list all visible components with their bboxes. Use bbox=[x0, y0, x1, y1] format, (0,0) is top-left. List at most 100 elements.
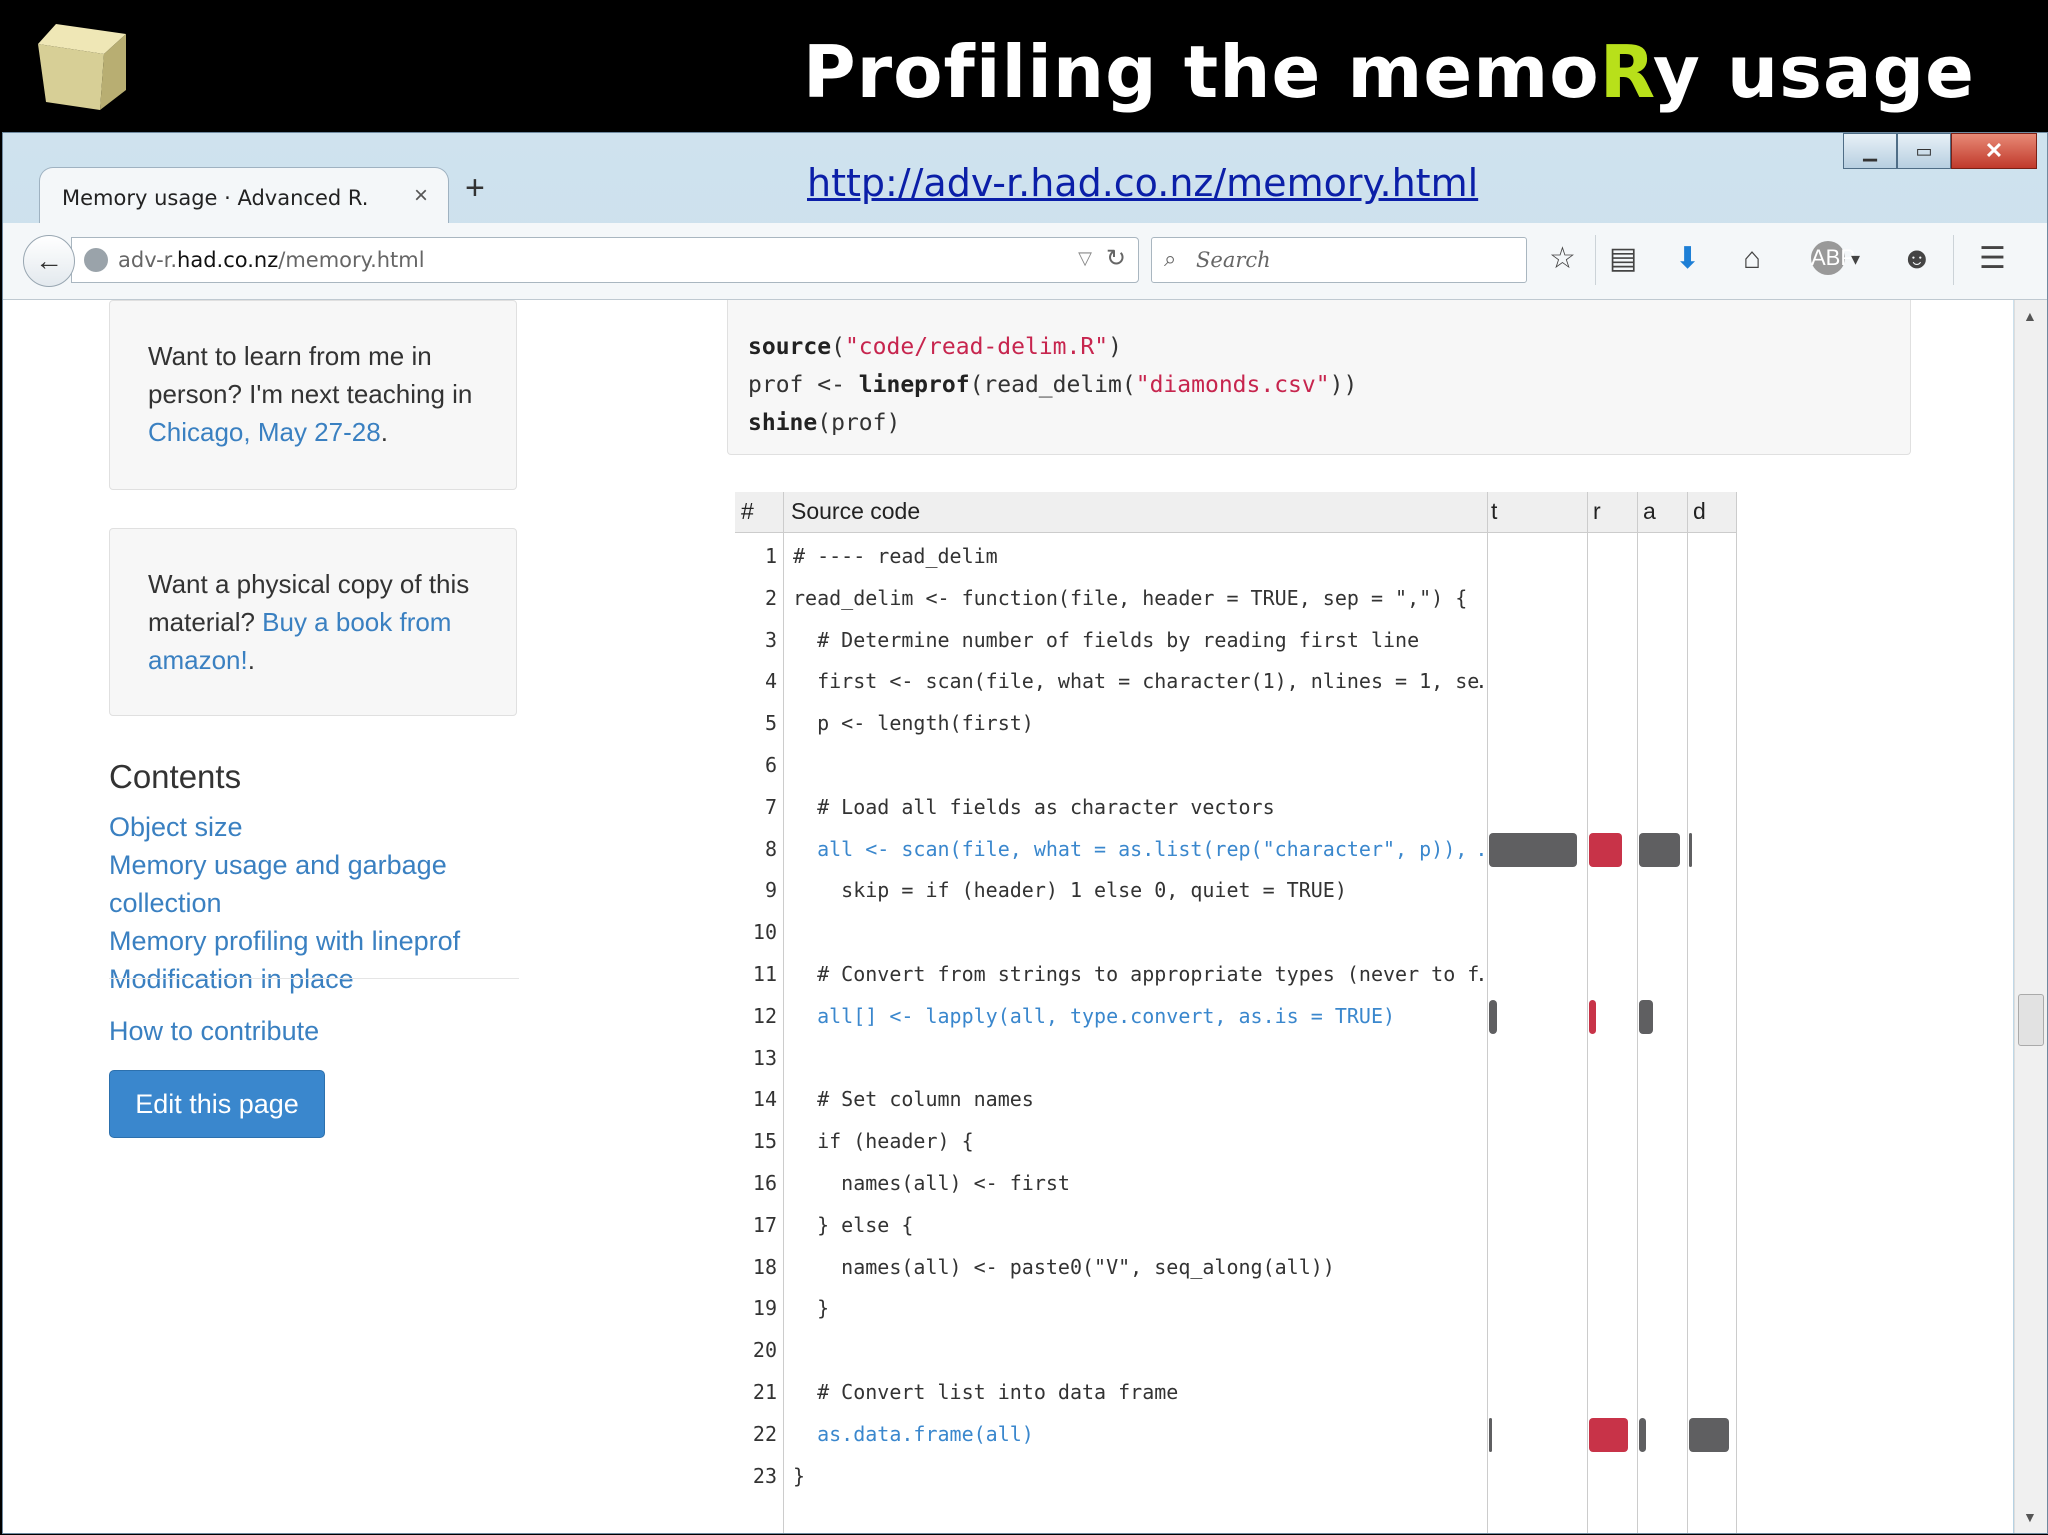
table-row: 10 bbox=[735, 910, 1737, 952]
tab-memory-usage[interactable]: Memory usage · Advanced R. × bbox=[39, 167, 449, 224]
metric-bar-d bbox=[1689, 1417, 1729, 1452]
line-number: 17 bbox=[752, 1212, 777, 1237]
teaching-text: Want to learn from me in person? I'm nex… bbox=[148, 341, 473, 447]
book-text: Want a physical copy of this material? B… bbox=[148, 569, 470, 675]
line-number: 12 bbox=[752, 1003, 777, 1028]
url-text: adv-r.had.co.nz/memory.html bbox=[118, 248, 425, 272]
source-line: } bbox=[793, 1296, 830, 1321]
navigation-toolbar: adv-r.had.co.nz/memory.html ▽ ↻ ← ⌕ Sear… bbox=[3, 223, 2047, 300]
toc-memory-usage[interactable]: Memory usage and garbage collection bbox=[109, 850, 447, 918]
source-line: first <- scan(file, what = character(1),… bbox=[793, 669, 1483, 694]
line-number: 6 bbox=[764, 753, 777, 777]
header-source: Source code bbox=[791, 498, 921, 524]
source-line[interactable]: all[] <- lapply(all, type.convert, as.is… bbox=[793, 1004, 1483, 1028]
table-row: 18 names(all) <- paste0("V", seq_along(a… bbox=[735, 1245, 1737, 1287]
line-number: 8 bbox=[764, 836, 777, 861]
table-row: 1 # ---- read_delim bbox=[735, 534, 1737, 576]
line-number: 13 bbox=[752, 1045, 777, 1070]
table-row: 15 if (header) { bbox=[735, 1119, 1737, 1161]
browser-window: ▁ ▭ ✕ Memory usage · Advanced R. × + htt… bbox=[2, 132, 2048, 1534]
reload-icon[interactable]: ↻ bbox=[1106, 244, 1126, 273]
slide-header: Profiling the memoRy usage bbox=[0, 0, 2048, 132]
source-line: names(all) <- first bbox=[793, 1171, 1070, 1195]
metric-bar-a bbox=[1639, 832, 1680, 867]
toc-memory-profiling[interactable]: Memory profiling with lineprof bbox=[109, 926, 460, 956]
line-number: 10 bbox=[752, 920, 777, 945]
overlay-url-link[interactable]: http://adv-r.had.co.nz/memory.html bbox=[807, 161, 1478, 205]
line-number: 18 bbox=[752, 1254, 777, 1279]
new-tab-button[interactable]: + bbox=[465, 169, 485, 208]
download-icon[interactable]: ⬇ bbox=[1675, 243, 1700, 275]
code-line-1: source("code/read-delim.R") bbox=[748, 334, 1122, 360]
slide-title: Profiling the memoRy usage bbox=[802, 30, 1975, 114]
line-number: 16 bbox=[752, 1171, 777, 1195]
url-bar[interactable]: adv-r.had.co.nz/memory.html ▽ ↻ bbox=[71, 237, 1139, 283]
table-row: 6 bbox=[735, 743, 1737, 785]
teaching-box: Want to learn from me in person? I'm nex… bbox=[109, 300, 517, 490]
code-block: source("code/read-delim.R") prof <- line… bbox=[727, 300, 1911, 455]
metric-bar-a bbox=[1639, 1417, 1646, 1452]
chicago-link[interactable]: Chicago, May 27-28 bbox=[148, 417, 381, 447]
line-number: 5 bbox=[764, 711, 777, 736]
source-line[interactable]: all <- scan(file, what = as.list(rep("ch… bbox=[793, 837, 1483, 861]
table-row: 23} bbox=[735, 1454, 1737, 1496]
contribute-link[interactable]: How to contribute bbox=[109, 1016, 319, 1047]
line-number: 4 bbox=[764, 669, 777, 694]
minimize-button[interactable]: ▁ bbox=[1843, 133, 1897, 169]
maximize-button[interactable]: ▭ bbox=[1897, 133, 1951, 169]
reader-icon[interactable]: ▤ bbox=[1609, 243, 1637, 275]
toc-modification[interactable]: Modification in place bbox=[109, 964, 354, 994]
metric-bar-a bbox=[1639, 999, 1653, 1034]
back-button[interactable]: ← bbox=[23, 235, 75, 287]
back-arrow-icon: ← bbox=[35, 245, 63, 276]
menu-icon[interactable]: ☰ bbox=[1979, 243, 2006, 275]
search-input[interactable]: ⌕ Search bbox=[1151, 237, 1527, 283]
close-window-button[interactable]: ✕ bbox=[1951, 133, 2037, 169]
table-row: 22 as.data.frame(all) bbox=[735, 1412, 1737, 1454]
table-row: 9 skip = if (header) 1 else 0, quiet = T… bbox=[735, 868, 1737, 910]
line-number: 21 bbox=[752, 1380, 777, 1404]
cube-logo-icon bbox=[38, 24, 126, 110]
source-line[interactable]: as.data.frame(all) bbox=[793, 1422, 1483, 1446]
code-line-2: prof <- lineprof(read_delim("diamonds.cs… bbox=[748, 372, 1358, 398]
line-number: 1 bbox=[764, 544, 777, 568]
table-row: 4 first <- scan(file, what = character(1… bbox=[735, 659, 1737, 701]
star-icon[interactable]: ☆ bbox=[1549, 243, 1576, 275]
search-icon: ⌕ bbox=[1164, 246, 1177, 271]
header-num: # bbox=[741, 498, 754, 524]
adblock-icon[interactable]: ABP bbox=[1811, 241, 1855, 275]
metric-bar-r bbox=[1589, 999, 1596, 1034]
vertical-scrollbar[interactable]: ▲ ▼ bbox=[2014, 300, 2047, 1533]
scroll-down-icon[interactable]: ▼ bbox=[2023, 1509, 2037, 1525]
home-icon[interactable]: ⌂ bbox=[1743, 243, 1761, 275]
edit-page-button[interactable]: Edit this page bbox=[109, 1070, 325, 1138]
line-number: 3 bbox=[764, 627, 777, 652]
tab-close-icon[interactable]: × bbox=[414, 182, 428, 210]
table-row: 2 read_delim <- function(file, header = T… bbox=[735, 576, 1737, 618]
toc-object-size[interactable]: Object size bbox=[109, 812, 243, 842]
url-dropdown-icon[interactable]: ▽ bbox=[1078, 248, 1092, 269]
window-controls: ▁ ▭ ✕ bbox=[1843, 133, 2037, 169]
adblock-dropdown-icon[interactable]: ▾ bbox=[1851, 243, 1860, 275]
table-row: 3 # Determine number of fields by readin… bbox=[735, 618, 1737, 660]
header-a: a bbox=[1643, 498, 1656, 524]
sidebar-divider bbox=[109, 978, 519, 979]
line-number: 9 bbox=[764, 878, 777, 903]
globe-icon bbox=[84, 248, 108, 272]
source-line: skip = if (header) 1 else 0, quiet = TRU… bbox=[793, 878, 1347, 903]
line-number: 19 bbox=[752, 1296, 777, 1321]
scroll-up-icon[interactable]: ▲ bbox=[2023, 308, 2037, 324]
source-line: # ---- read_delim bbox=[793, 544, 998, 568]
metric-bar-t bbox=[1489, 1417, 1492, 1452]
line-number: 22 bbox=[752, 1421, 777, 1446]
scroll-thumb[interactable] bbox=[2018, 994, 2044, 1046]
hello-icon[interactable]: ☻ bbox=[1901, 243, 1933, 275]
metric-bar-t bbox=[1489, 999, 1497, 1034]
lineprof-table: # Source code t r a d 1 # ---- read_delim… bbox=[735, 492, 1737, 1533]
page-content: Want to learn from me in person? I'm nex… bbox=[3, 300, 2013, 1533]
source-line: names(all) <- paste0("V", seq_along(all)… bbox=[793, 1254, 1335, 1279]
table-row: 13 bbox=[735, 1036, 1737, 1078]
source-line: if (header) { bbox=[793, 1129, 974, 1154]
line-number: 15 bbox=[752, 1129, 777, 1154]
table-row: 20 bbox=[735, 1328, 1737, 1370]
